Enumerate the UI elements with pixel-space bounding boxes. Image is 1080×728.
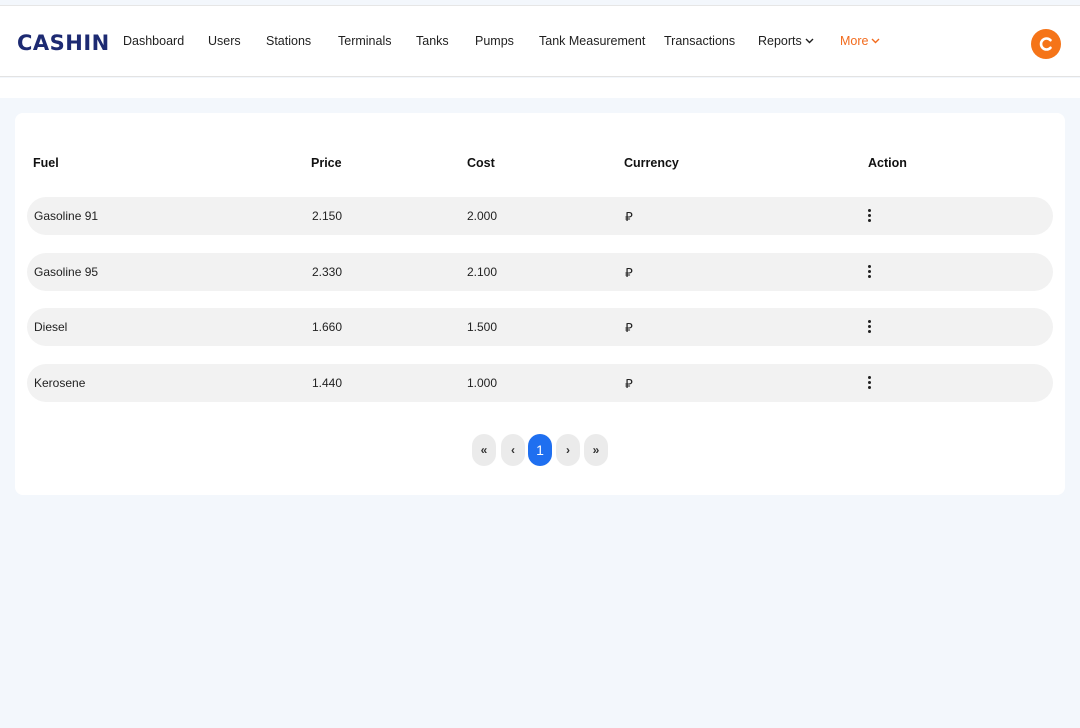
currency-symbol: ⃁ bbox=[625, 209, 633, 224]
cell-cost: 2.000 bbox=[467, 209, 498, 223]
nav-item-transactions[interactable]: Transactions bbox=[664, 34, 735, 48]
column-header-price[interactable]: Price bbox=[311, 156, 342, 170]
table-row[interactable]: Diesel 1.660 1.500 ⃁ bbox=[27, 308, 1053, 346]
column-header-fuel[interactable]: Fuel bbox=[33, 156, 59, 170]
chevron-down-icon bbox=[805, 38, 814, 44]
nav-item-reports[interactable]: Reports bbox=[758, 34, 814, 48]
last-page-button[interactable]: » bbox=[584, 434, 608, 466]
nav-item-tanks[interactable]: Tanks bbox=[416, 34, 449, 48]
brand-logo[interactable]: CASHIN bbox=[17, 31, 110, 55]
nav-item-reports-label: Reports bbox=[758, 34, 802, 48]
nav-item-pumps[interactable]: Pumps bbox=[475, 34, 514, 48]
column-header-cost[interactable]: Cost bbox=[467, 156, 495, 170]
nav-item-terminals[interactable]: Terminals bbox=[338, 34, 392, 48]
column-header-action: Action bbox=[868, 156, 907, 170]
user-avatar[interactable] bbox=[1031, 29, 1061, 59]
kebab-menu-icon[interactable] bbox=[868, 320, 872, 335]
nav-item-dashboard[interactable]: Dashboard bbox=[123, 34, 184, 48]
table-row[interactable]: Gasoline 91 2.150 2.000 ⃁ bbox=[27, 197, 1053, 235]
top-navbar: CASHIN Dashboard Users Stations Terminal… bbox=[0, 5, 1080, 77]
nav-item-tank-measurement[interactable]: Tank Measurement bbox=[539, 34, 645, 48]
page-1-button[interactable]: 1 bbox=[528, 434, 552, 466]
table-row[interactable]: Kerosene 1.440 1.000 ⃁ bbox=[27, 364, 1053, 402]
nav-item-stations[interactable]: Stations bbox=[266, 34, 311, 48]
nav-item-more[interactable]: More bbox=[840, 34, 880, 48]
pagination: « ‹ 1 › » bbox=[15, 434, 1065, 466]
kebab-menu-icon[interactable] bbox=[868, 265, 872, 280]
next-page-button[interactable]: › bbox=[556, 434, 580, 466]
fuel-table-card: Fuel Price Cost Currency Action Gasoline… bbox=[15, 113, 1065, 495]
cell-price: 1.660 bbox=[312, 320, 343, 334]
brand-c-icon bbox=[1039, 37, 1052, 51]
chevron-down-icon bbox=[871, 38, 880, 44]
kebab-menu-icon[interactable] bbox=[868, 376, 872, 391]
cell-price: 2.330 bbox=[312, 265, 343, 279]
cell-cost: 1.000 bbox=[467, 376, 498, 390]
first-page-button[interactable]: « bbox=[472, 434, 496, 466]
subheader-strip bbox=[0, 78, 1080, 98]
cell-fuel: Diesel bbox=[34, 320, 68, 334]
cell-fuel: Gasoline 91 bbox=[34, 209, 99, 223]
nav-item-more-label: More bbox=[840, 34, 869, 48]
cell-price: 1.440 bbox=[312, 376, 343, 390]
currency-symbol: ⃁ bbox=[625, 376, 633, 391]
prev-page-button[interactable]: ‹ bbox=[501, 434, 525, 466]
table-row[interactable]: Gasoline 95 2.330 2.100 ⃁ bbox=[27, 253, 1053, 291]
cell-price: 2.150 bbox=[312, 209, 343, 223]
currency-symbol: ⃁ bbox=[625, 320, 633, 335]
cell-cost: 2.100 bbox=[467, 265, 498, 279]
kebab-menu-icon[interactable] bbox=[868, 209, 872, 224]
column-header-currency[interactable]: Currency bbox=[624, 156, 679, 170]
cell-fuel: Kerosene bbox=[34, 376, 86, 390]
cell-fuel: Gasoline 95 bbox=[34, 265, 99, 279]
cell-cost: 1.500 bbox=[467, 320, 498, 334]
nav-item-users[interactable]: Users bbox=[208, 34, 241, 48]
currency-symbol: ⃁ bbox=[625, 265, 633, 280]
